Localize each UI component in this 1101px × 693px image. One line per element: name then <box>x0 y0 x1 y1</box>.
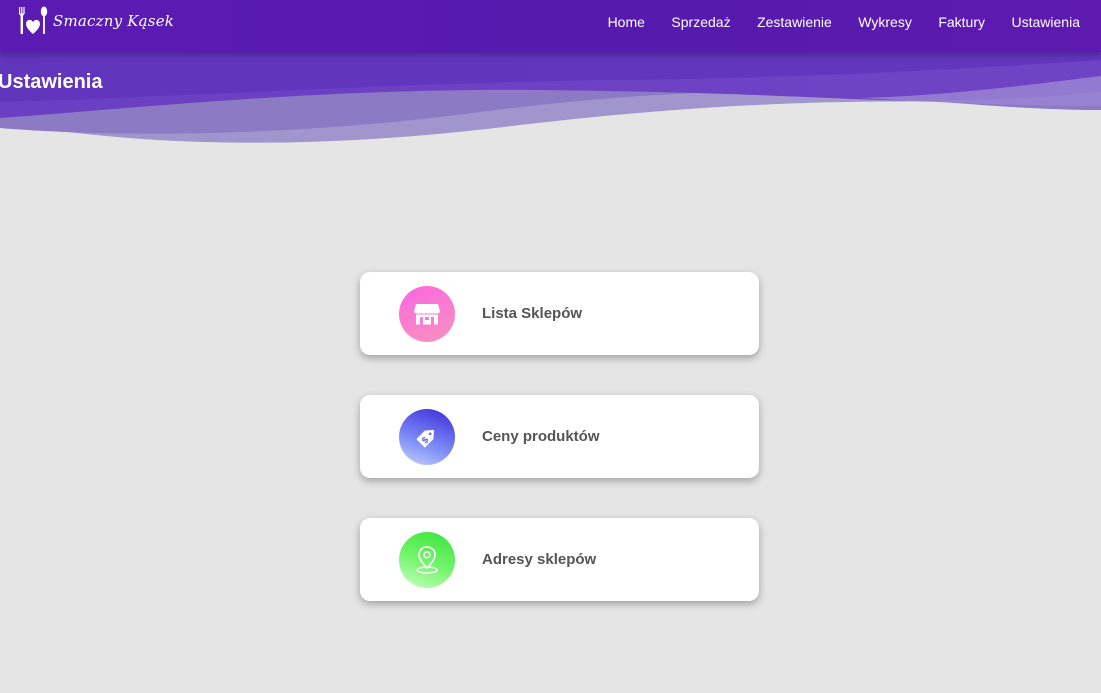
store-icon <box>414 303 440 324</box>
product-prices-label: Ceny produktów <box>482 428 600 445</box>
nav-item-ustawienia[interactable]: Ustawienia <box>1012 14 1080 30</box>
settings-page: Smaczny Kąsek Home Sprzedaż Zestawienie … <box>0 0 1101 693</box>
top-navbar: Smaczny Kąsek Home Sprzedaż Zestawienie … <box>0 0 1101 52</box>
store-icon-badge <box>399 285 455 342</box>
price-tag-icon: $ <box>416 429 435 448</box>
nav-item-sprzedaz[interactable]: Sprzedaż <box>671 14 730 30</box>
main-nav: Home Sprzedaż Zestawienie Wykresy Faktur… <box>581 0 1080 44</box>
map-pin-icon-badge <box>399 531 455 588</box>
brand-name: Smaczny Kąsek <box>53 12 175 30</box>
shop-list-label: Lista Sklepów <box>482 305 583 322</box>
nav-item-home[interactable]: Home <box>608 14 645 30</box>
nav-item-faktury[interactable]: Faktury <box>938 14 985 30</box>
nav-item-zestawienie[interactable]: Zestawienie <box>757 14 832 30</box>
price-tag-icon-badge: $ <box>399 408 455 465</box>
product-prices-card[interactable]: $ Ceny produktów <box>360 395 759 478</box>
header-wave-background <box>0 40 1101 143</box>
brand-logo[interactable]: Smaczny Kąsek <box>16 5 174 37</box>
page-title: Ustawienia <box>0 71 103 93</box>
map-pin-icon <box>416 545 438 574</box>
cutlery-heart-icon <box>19 6 48 34</box>
nav-item-wykresy[interactable]: Wykresy <box>858 14 912 30</box>
shop-list-card[interactable]: Lista Sklepów <box>360 272 759 355</box>
shop-addresses-label: Adresy sklepów <box>482 551 597 568</box>
shop-addresses-card[interactable]: Adresy sklepów <box>360 518 759 601</box>
